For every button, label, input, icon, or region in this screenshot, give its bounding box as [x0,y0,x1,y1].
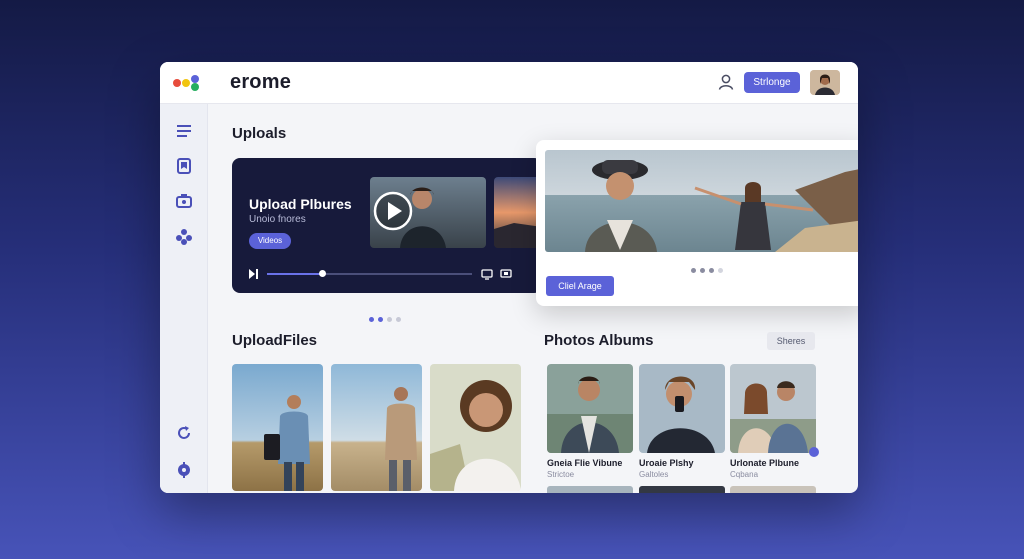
pager-dot[interactable] [378,317,383,322]
album-subtitle: Galtoles [639,470,669,479]
album-title: Urlonate Plbune [730,458,800,468]
upload-hero-card[interactable]: Upload Plbures Unoio fnores Videos [232,158,542,293]
bookmark-icon[interactable] [175,157,193,175]
pager-dot[interactable] [691,268,696,273]
album-title: Gneia Flie Vibune [547,458,623,468]
user-icon[interactable] [717,73,735,91]
video-thumbnail[interactable] [370,177,486,248]
hero-title: Upload Plbures [249,196,352,212]
preview-photo[interactable] [545,150,858,252]
album-card[interactable] [730,364,816,453]
videos-badge[interactable]: Videos [249,233,291,249]
upload-file-tile[interactable] [430,364,521,491]
fullscreen-icon[interactable] [500,268,512,280]
shares-button[interactable]: Sheres [767,332,815,350]
pager-dot[interactable] [709,268,714,273]
progress-handle[interactable] [319,270,327,277]
selection-indicator [809,447,819,457]
top-bar: erome Strlonge [160,62,858,104]
sidebar [160,104,208,493]
upload-files-title: UploadFiles [232,332,318,349]
video-progress-bar[interactable] [267,270,472,277]
clear-image-button[interactable]: Cliel Arage [546,276,614,296]
list-icon[interactable] [175,122,193,140]
pager-dot[interactable] [700,268,705,273]
album-title: Uroaie Plshy [639,458,694,468]
popup-pager[interactable] [691,260,727,273]
pager-dot[interactable] [718,268,723,273]
pager-dot[interactable] [369,317,374,322]
photo-albums-title: Photos Albums [544,332,654,349]
play-icon[interactable] [373,191,413,231]
app-window: erome Strlonge Uploals Upload Plbures Un… [160,62,858,493]
settings-icon[interactable] [175,461,193,479]
pager-dot[interactable] [396,317,401,322]
camera-icon[interactable] [175,192,193,210]
skip-icon[interactable] [248,268,260,280]
album-subtitle: Strictoe [547,470,575,479]
progress-fill [267,273,323,275]
album-subtitle: Cqbana [730,470,759,479]
album-card-partial[interactable] [639,486,725,493]
upload-file-tile[interactable] [331,364,422,491]
uploads-title: Uploals [232,125,287,142]
album-card[interactable] [639,364,725,453]
uploads-pager[interactable] [369,309,405,322]
apps-icon[interactable] [175,228,193,246]
brand-name: erome [230,71,292,93]
avatar[interactable] [810,70,840,95]
upload-file-tile[interactable] [232,364,323,491]
album-card-partial[interactable] [730,486,816,493]
hero-subtitle: Unoio fnores [249,214,306,225]
pager-dot[interactable] [387,317,392,322]
album-card-partial[interactable] [547,486,633,493]
video-thumbnail[interactable] [494,177,542,248]
logo-dots [173,75,207,91]
refresh-icon[interactable] [175,424,193,442]
photo-preview-popup: Cliel Arage [536,140,858,306]
cast-icon[interactable] [481,268,493,280]
album-card[interactable] [547,364,633,453]
storage-button[interactable]: Strlonge [744,72,800,93]
